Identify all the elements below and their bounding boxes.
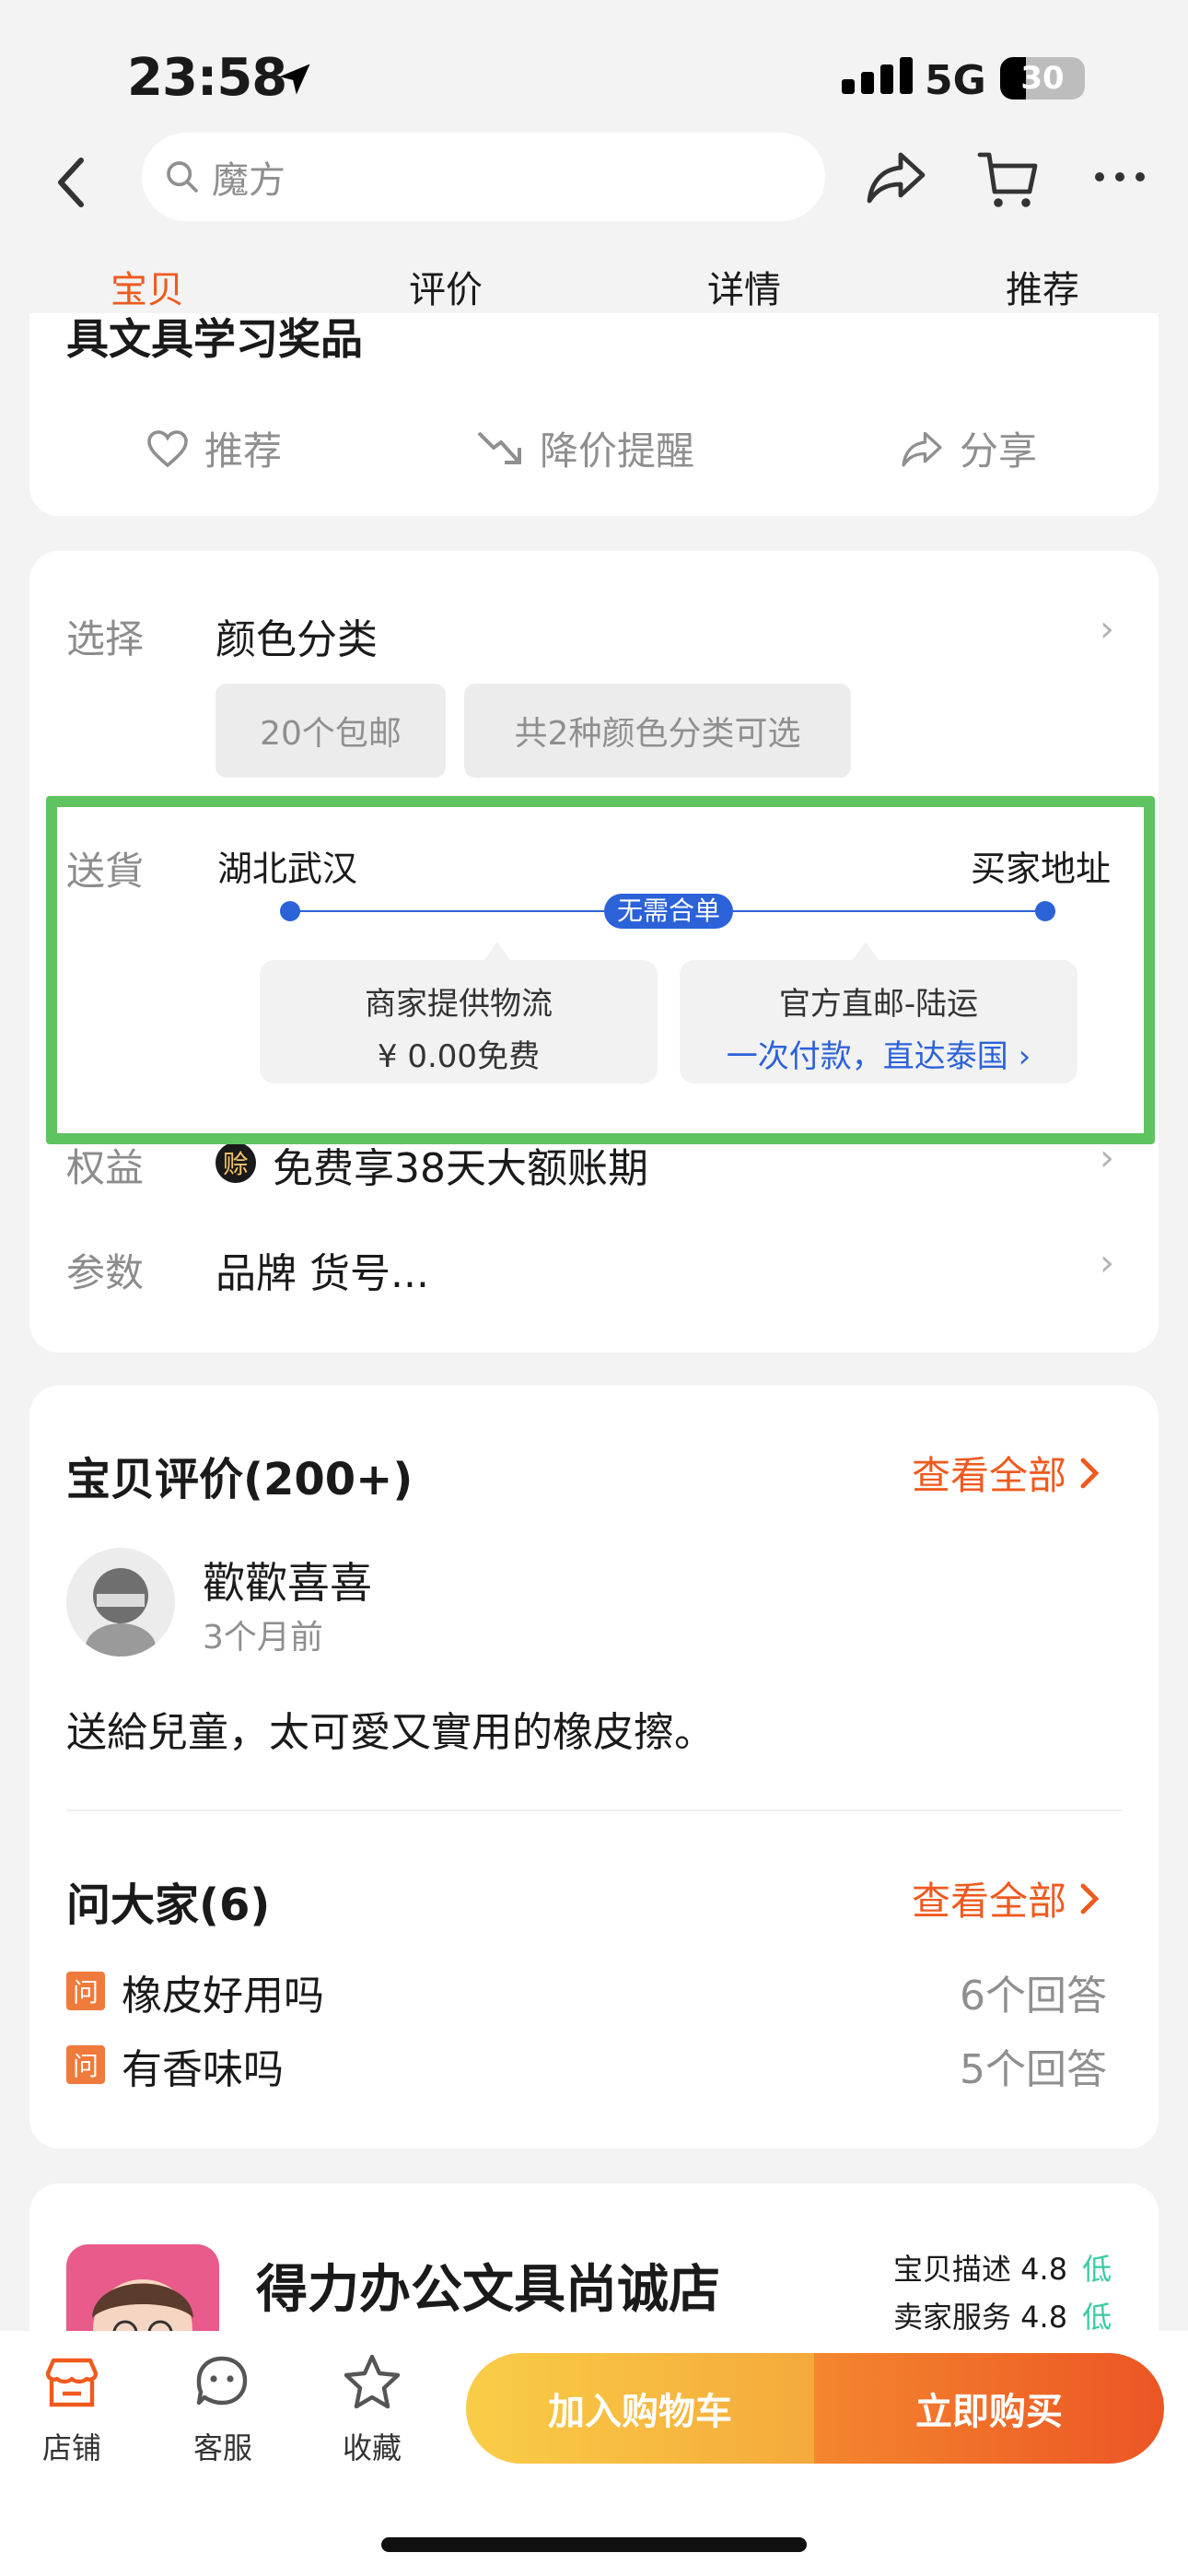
params-chevron-icon[interactable]: › — [1100, 1242, 1114, 1284]
heart-icon — [147, 429, 188, 467]
avatar — [66, 1548, 175, 1657]
divider — [66, 1809, 1122, 1811]
search-icon — [167, 161, 198, 193]
chevron-right-icon — [1080, 1458, 1100, 1488]
service-label[interactable]: 客服 — [168, 2425, 278, 2467]
shop-metric-level: 低 — [1082, 2252, 1112, 2287]
shop-metric-label: 宝贝描述 4.8 — [893, 2252, 1068, 2287]
select-value[interactable]: 颜色分类 — [215, 606, 378, 665]
question-badge-icon: 问 — [66, 2045, 105, 2084]
shop-label[interactable]: 店铺 — [17, 2425, 127, 2467]
answer-count: 5个回答 — [960, 2046, 1107, 2093]
params-value[interactable]: 品牌 货号... — [215, 1240, 429, 1299]
question-text[interactable]: 有香味吗 — [122, 2036, 284, 2095]
status-time: 23:58 — [127, 48, 287, 108]
params-label: 参数 — [66, 1250, 145, 1295]
shipping-highlight-box — [46, 796, 1155, 1144]
price-down-icon — [477, 431, 521, 464]
customer-service-icon[interactable] — [193, 2353, 250, 2414]
answer-count: 6个回答 — [960, 1973, 1107, 2020]
question-text[interactable]: 橡皮好用吗 — [122, 1962, 324, 2021]
star-icon[interactable] — [343, 2353, 402, 2414]
battery-tip — [1077, 70, 1085, 87]
price-alert-label: 降价提醒 — [540, 428, 695, 474]
chip-color-options[interactable]: 共2种颜色分类可选 — [464, 684, 851, 778]
shop-name[interactable]: 得力办公文具尚诚店 — [256, 2248, 720, 2323]
add-to-cart-button[interactable]: 加入购物车 — [466, 2353, 814, 2464]
signal-icon — [842, 57, 913, 94]
share-label: 分享 — [960, 428, 1038, 474]
qa-view-all[interactable]: 查看全部 — [912, 1870, 1100, 1926]
tab-recommend[interactable]: 推荐 — [1006, 260, 1079, 313]
reviews-title: 宝贝评价(200+) — [66, 1454, 413, 1505]
qa-view-all-label: 查看全部 — [912, 1879, 1067, 1924]
buy-now-button[interactable]: 立即购买 — [814, 2353, 1164, 2464]
select-label: 选择 — [66, 616, 145, 662]
review-text: 送給兒童，太可愛又實用的橡皮擦。 — [66, 1709, 715, 1756]
back-icon[interactable] — [55, 155, 88, 214]
more-icon[interactable] — [1092, 168, 1147, 190]
shop-metric: 宝贝描述 4.8 低 — [893, 2246, 1112, 2289]
cart-icon[interactable] — [976, 147, 1041, 214]
shop-icon[interactable] — [42, 2355, 101, 2414]
qa-title: 问大家(6) — [66, 1879, 271, 1931]
network-type: 5G — [925, 57, 986, 104]
credit-badge-icon: 赊 — [215, 1142, 256, 1183]
battery-level: 30 — [1020, 60, 1065, 97]
tab-reviews[interactable]: 评价 — [409, 260, 483, 313]
product-card: 具文具学习奖品 推荐 降价提醒 分享 — [29, 313, 1159, 516]
reviews-view-all[interactable]: 查看全部 — [912, 1445, 1100, 1501]
review-username: 歡歡喜喜 — [203, 1558, 372, 1608]
location-arrow-icon — [274, 59, 315, 103]
reviews-view-all-label: 查看全部 — [912, 1453, 1067, 1498]
home-indicator — [381, 2537, 807, 2552]
question-badge-icon: 问 — [66, 1972, 105, 2010]
tab-baobei[interactable]: 宝贝 — [111, 260, 184, 313]
tab-details[interactable]: 详情 — [707, 260, 781, 313]
reviews-card: 宝贝评价(200+) 查看全部 歡歡喜喜 3个月前 送給兒童，太可愛又實用的橡皮… — [29, 1386, 1159, 2149]
select-chevron-icon[interactable]: › — [1100, 608, 1114, 650]
battery-icon: 30 — [1000, 57, 1085, 100]
chip-free-shipping[interactable]: 20个包邮 — [215, 684, 446, 778]
share-icon — [902, 431, 942, 467]
search-input[interactable]: 魔方 — [142, 133, 825, 221]
recommend-button[interactable]: 推荐 — [146, 420, 282, 476]
review-time: 3个月前 — [203, 1619, 323, 1657]
favorite-label[interactable]: 收藏 — [317, 2425, 427, 2467]
rights-label: 权益 — [66, 1145, 145, 1190]
chevron-right-icon — [1080, 1883, 1100, 1914]
recommend-label: 推荐 — [204, 428, 283, 474]
price-alert-button[interactable]: 降价提醒 — [475, 420, 694, 476]
share-icon[interactable] — [864, 147, 928, 210]
search-placeholder: 魔方 — [212, 159, 285, 202]
product-title: 具文具学习奖品 — [66, 314, 363, 364]
share-button[interactable]: 分享 — [899, 420, 1037, 476]
